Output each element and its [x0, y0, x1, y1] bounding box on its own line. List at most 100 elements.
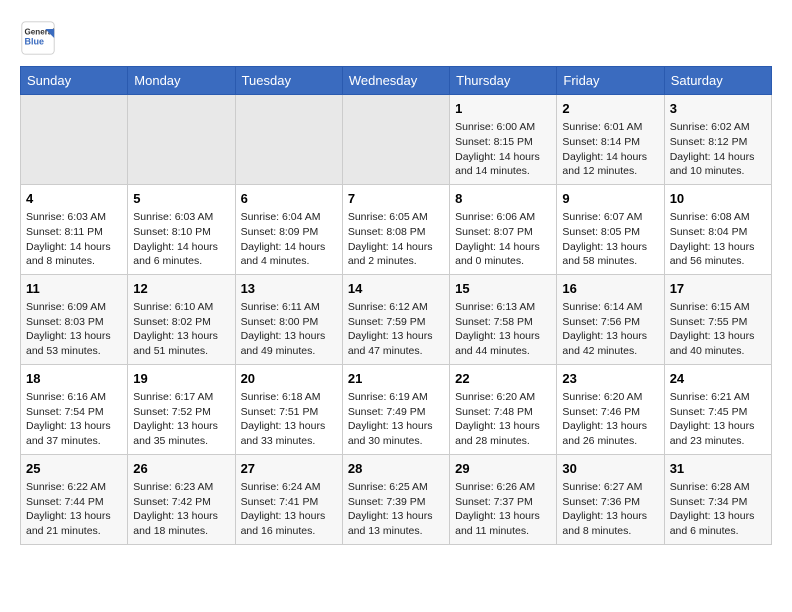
day-number: 21	[348, 370, 444, 388]
calendar-cell: 16 Sunrise: 6:14 AM Sunset: 7:56 PM Dayli…	[557, 274, 664, 364]
day-content: Sunrise: 6:09 AM Sunset: 8:03 PM Dayligh…	[26, 300, 122, 359]
day-number: 8	[455, 190, 551, 208]
day-content: Sunrise: 6:03 AM Sunset: 8:10 PM Dayligh…	[133, 210, 229, 269]
day-number: 28	[348, 460, 444, 478]
calendar-cell	[342, 95, 449, 185]
day-content: Sunrise: 6:07 AM Sunset: 8:05 PM Dayligh…	[562, 210, 658, 269]
day-content: Sunrise: 6:03 AM Sunset: 8:11 PM Dayligh…	[26, 210, 122, 269]
logo: General Blue	[20, 20, 60, 56]
day-content: Sunrise: 6:20 AM Sunset: 7:46 PM Dayligh…	[562, 390, 658, 449]
calendar-week-1: 1 Sunrise: 6:00 AM Sunset: 8:15 PM Daylig…	[21, 95, 772, 185]
day-number: 12	[133, 280, 229, 298]
day-content: Sunrise: 6:14 AM Sunset: 7:56 PM Dayligh…	[562, 300, 658, 359]
calendar-cell: 14 Sunrise: 6:12 AM Sunset: 7:59 PM Dayli…	[342, 274, 449, 364]
day-content: Sunrise: 6:02 AM Sunset: 8:12 PM Dayligh…	[670, 120, 766, 179]
day-number: 16	[562, 280, 658, 298]
day-number: 7	[348, 190, 444, 208]
calendar-cell: 12Sunrise: 6:10 AM Sunset: 8:02 PM Dayli…	[128, 274, 235, 364]
day-number: 22	[455, 370, 551, 388]
day-number: 1	[455, 100, 551, 118]
calendar-cell: 22Sunrise: 6:20 AM Sunset: 7:48 PM Dayli…	[450, 364, 557, 454]
day-number: 9	[562, 190, 658, 208]
calendar-cell: 18Sunrise: 6:16 AM Sunset: 7:54 PM Dayli…	[21, 364, 128, 454]
calendar-cell: 29 Sunrise: 6:26 AM Sunset: 7:37 PM Dayli…	[450, 454, 557, 544]
calendar-cell: 21 Sunrise: 6:19 AM Sunset: 7:49 PM Dayli…	[342, 364, 449, 454]
calendar-week-4: 18Sunrise: 6:16 AM Sunset: 7:54 PM Dayli…	[21, 364, 772, 454]
day-content: Sunrise: 6:15 AM Sunset: 7:55 PM Dayligh…	[670, 300, 766, 359]
calendar-cell: 3 Sunrise: 6:02 AM Sunset: 8:12 PM Daylig…	[664, 95, 771, 185]
day-content: Sunrise: 6:26 AM Sunset: 7:37 PM Dayligh…	[455, 480, 551, 539]
day-number: 18	[26, 370, 122, 388]
day-content: Sunrise: 6:27 AM Sunset: 7:36 PM Dayligh…	[562, 480, 658, 539]
calendar-cell: 6 Sunrise: 6:04 AM Sunset: 8:09 PM Daylig…	[235, 184, 342, 274]
logo-icon: General Blue	[20, 20, 56, 56]
day-number: 31	[670, 460, 766, 478]
col-header-sunday: Sunday	[21, 67, 128, 95]
calendar-cell: 26 Sunrise: 6:23 AM Sunset: 7:42 PM Dayli…	[128, 454, 235, 544]
day-number: 2	[562, 100, 658, 118]
calendar-cell: 19 Sunrise: 6:17 AM Sunset: 7:52 PM Dayli…	[128, 364, 235, 454]
calendar-cell	[235, 95, 342, 185]
day-number: 23	[562, 370, 658, 388]
calendar-cell: 7Sunrise: 6:05 AM Sunset: 8:08 PM Daylig…	[342, 184, 449, 274]
calendar-cell: 11Sunrise: 6:09 AM Sunset: 8:03 PM Dayli…	[21, 274, 128, 364]
calendar-cell: 10 Sunrise: 6:08 AM Sunset: 8:04 PM Dayli…	[664, 184, 771, 274]
calendar-cell	[128, 95, 235, 185]
col-header-monday: Monday	[128, 67, 235, 95]
day-number: 6	[241, 190, 337, 208]
calendar-week-2: 4Sunrise: 6:03 AM Sunset: 8:11 PM Daylig…	[21, 184, 772, 274]
calendar-cell: 31 Sunrise: 6:28 AM Sunset: 7:34 PM Dayli…	[664, 454, 771, 544]
calendar-cell: 4Sunrise: 6:03 AM Sunset: 8:11 PM Daylig…	[21, 184, 128, 274]
day-content: Sunrise: 6:13 AM Sunset: 7:58 PM Dayligh…	[455, 300, 551, 359]
calendar-table: SundayMondayTuesdayWednesdayThursdayFrid…	[20, 66, 772, 545]
day-content: Sunrise: 6:04 AM Sunset: 8:09 PM Dayligh…	[241, 210, 337, 269]
day-number: 5	[133, 190, 229, 208]
col-header-wednesday: Wednesday	[342, 67, 449, 95]
day-content: Sunrise: 6:18 AM Sunset: 7:51 PM Dayligh…	[241, 390, 337, 449]
calendar-cell	[21, 95, 128, 185]
day-content: Sunrise: 6:12 AM Sunset: 7:59 PM Dayligh…	[348, 300, 444, 359]
day-content: Sunrise: 6:19 AM Sunset: 7:49 PM Dayligh…	[348, 390, 444, 449]
day-number: 10	[670, 190, 766, 208]
calendar-cell: 15 Sunrise: 6:13 AM Sunset: 7:58 PM Dayli…	[450, 274, 557, 364]
day-content: Sunrise: 6:00 AM Sunset: 8:15 PM Dayligh…	[455, 120, 551, 179]
day-content: Sunrise: 6:11 AM Sunset: 8:00 PM Dayligh…	[241, 300, 337, 359]
svg-text:Blue: Blue	[25, 36, 45, 46]
day-content: Sunrise: 6:17 AM Sunset: 7:52 PM Dayligh…	[133, 390, 229, 449]
calendar-cell: 24 Sunrise: 6:21 AM Sunset: 7:45 PM Dayli…	[664, 364, 771, 454]
calendar-cell: 30 Sunrise: 6:27 AM Sunset: 7:36 PM Dayli…	[557, 454, 664, 544]
day-number: 29	[455, 460, 551, 478]
day-number: 24	[670, 370, 766, 388]
day-number: 19	[133, 370, 229, 388]
col-header-thursday: Thursday	[450, 67, 557, 95]
day-number: 30	[562, 460, 658, 478]
calendar-cell: 28 Sunrise: 6:25 AM Sunset: 7:39 PM Dayli…	[342, 454, 449, 544]
day-content: Sunrise: 6:01 AM Sunset: 8:14 PM Dayligh…	[562, 120, 658, 179]
day-content: Sunrise: 6:08 AM Sunset: 8:04 PM Dayligh…	[670, 210, 766, 269]
calendar-cell: 20 Sunrise: 6:18 AM Sunset: 7:51 PM Dayli…	[235, 364, 342, 454]
calendar-cell: 13 Sunrise: 6:11 AM Sunset: 8:00 PM Dayli…	[235, 274, 342, 364]
calendar-cell: 1 Sunrise: 6:00 AM Sunset: 8:15 PM Daylig…	[450, 95, 557, 185]
day-number: 20	[241, 370, 337, 388]
day-number: 13	[241, 280, 337, 298]
calendar-cell: 8 Sunrise: 6:06 AM Sunset: 8:07 PM Daylig…	[450, 184, 557, 274]
day-content: Sunrise: 6:25 AM Sunset: 7:39 PM Dayligh…	[348, 480, 444, 539]
day-content: Sunrise: 6:06 AM Sunset: 8:07 PM Dayligh…	[455, 210, 551, 269]
day-content: Sunrise: 6:24 AM Sunset: 7:41 PM Dayligh…	[241, 480, 337, 539]
day-content: Sunrise: 6:22 AM Sunset: 7:44 PM Dayligh…	[26, 480, 122, 539]
day-number: 3	[670, 100, 766, 118]
day-content: Sunrise: 6:23 AM Sunset: 7:42 PM Dayligh…	[133, 480, 229, 539]
calendar-cell: 27 Sunrise: 6:24 AM Sunset: 7:41 PM Dayli…	[235, 454, 342, 544]
calendar-cell: 25 Sunrise: 6:22 AM Sunset: 7:44 PM Dayli…	[21, 454, 128, 544]
day-content: Sunrise: 6:21 AM Sunset: 7:45 PM Dayligh…	[670, 390, 766, 449]
calendar-cell: 9 Sunrise: 6:07 AM Sunset: 8:05 PM Daylig…	[557, 184, 664, 274]
day-number: 27	[241, 460, 337, 478]
col-header-saturday: Saturday	[664, 67, 771, 95]
day-number: 26	[133, 460, 229, 478]
calendar-cell: 5 Sunrise: 6:03 AM Sunset: 8:10 PM Daylig…	[128, 184, 235, 274]
calendar-cell: 2 Sunrise: 6:01 AM Sunset: 8:14 PM Daylig…	[557, 95, 664, 185]
day-content: Sunrise: 6:28 AM Sunset: 7:34 PM Dayligh…	[670, 480, 766, 539]
day-number: 14	[348, 280, 444, 298]
day-number: 25	[26, 460, 122, 478]
day-number: 15	[455, 280, 551, 298]
